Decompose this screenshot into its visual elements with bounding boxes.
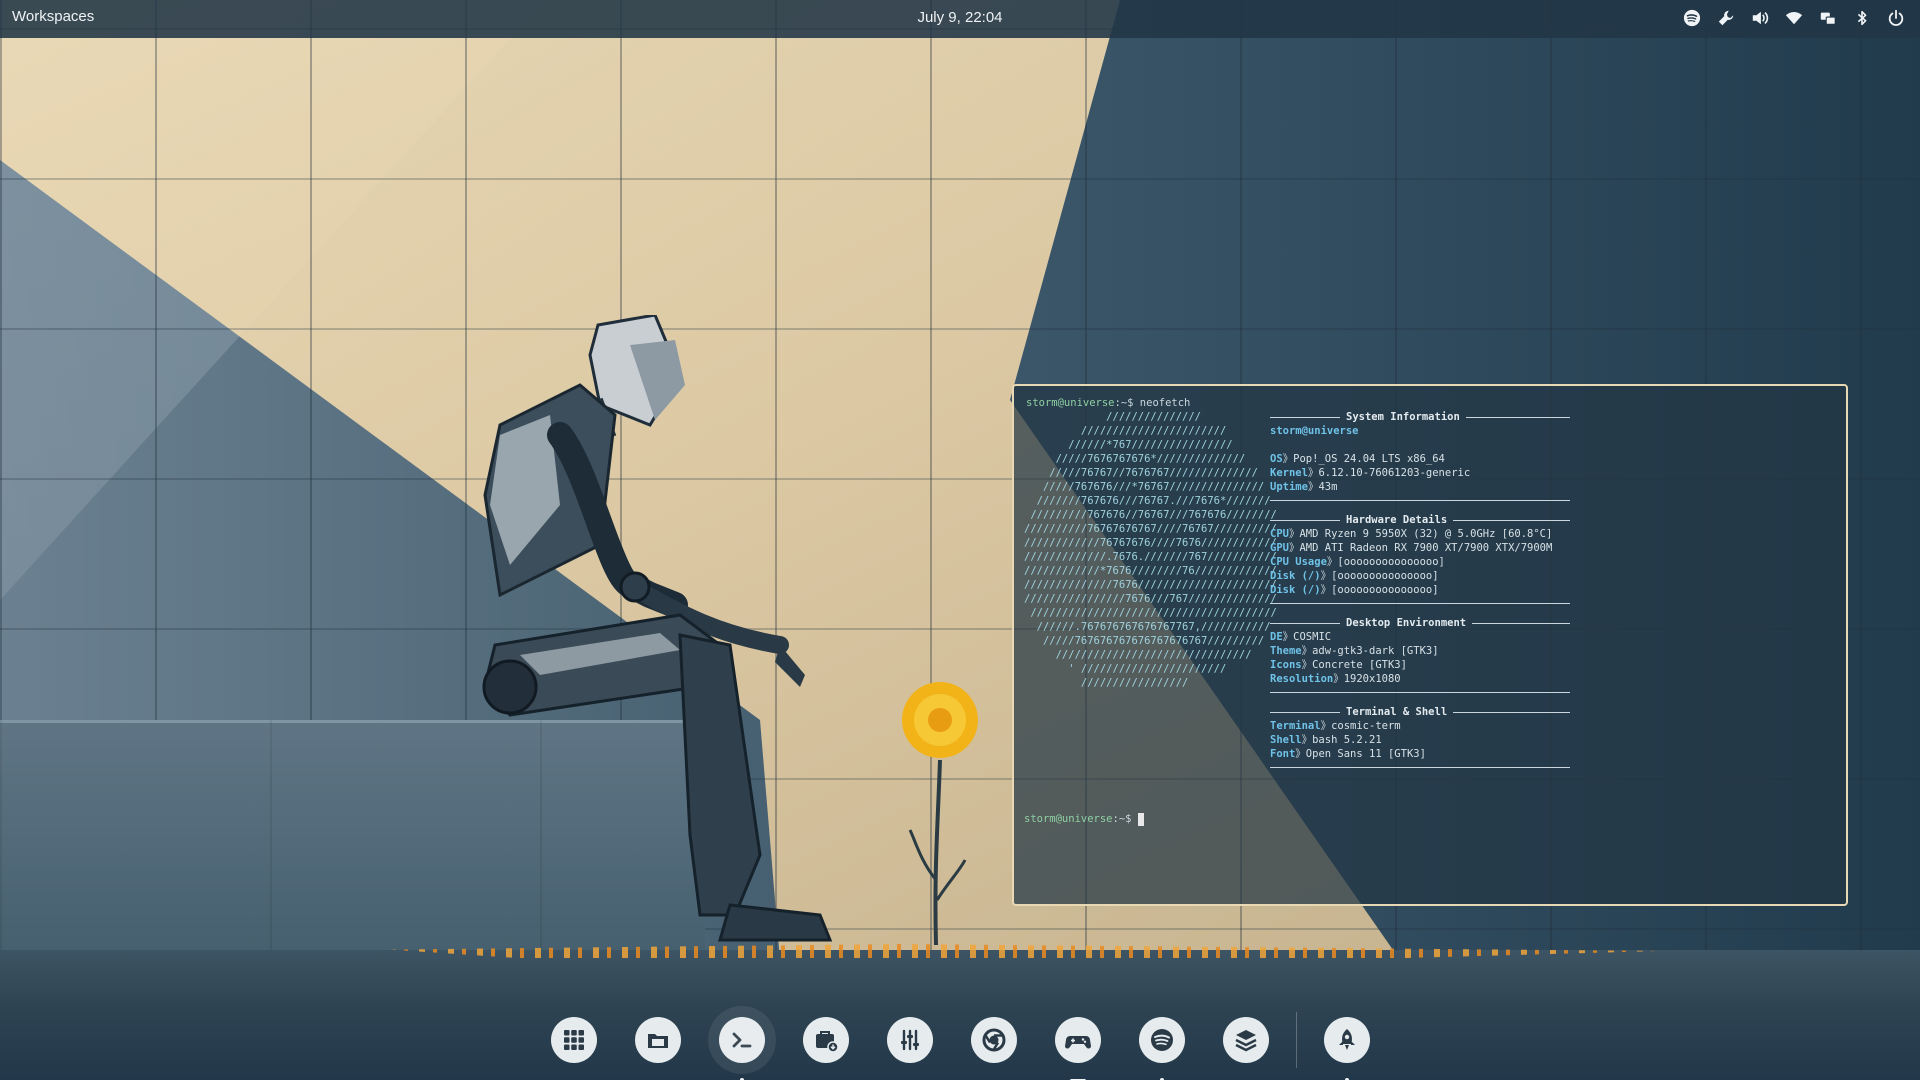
folder-icon xyxy=(647,1034,668,1048)
section-title: Desktop Environment xyxy=(1346,617,1467,629)
dandelion-flower xyxy=(890,680,990,950)
info-row: Kernel》6.12.10-76061203-generic xyxy=(1270,467,1471,479)
info-row: Icons》Concrete [GTK3] xyxy=(1270,659,1407,671)
info-row: Uptime》43m xyxy=(1270,481,1338,493)
section-title: System Information xyxy=(1346,411,1460,423)
dock-item-mixer[interactable] xyxy=(886,1016,934,1064)
info-row: Theme》adw-gtk3-dark [GTK3] xyxy=(1270,645,1439,657)
power-icon[interactable] xyxy=(1886,8,1906,28)
command-line: storm@universe:~$ neofetch xyxy=(1026,396,1834,410)
dock-item-games[interactable] xyxy=(1054,1016,1102,1080)
prompt-user: storm@universe xyxy=(1026,397,1115,409)
terminal-window[interactable]: storm@universe:~$ neofetch /////////////… xyxy=(1012,384,1848,906)
info-row: Disk (/)》[ooooooooooooooo] xyxy=(1270,584,1439,596)
system-tray xyxy=(1682,8,1906,28)
section-terminal-shell: Terminal & Shell Terminal》cosmic-term Sh… xyxy=(1270,705,1570,768)
section-header: Desktop Environment xyxy=(1270,616,1570,630)
sliders-icon xyxy=(900,1029,919,1051)
spotify-icon[interactable] xyxy=(1682,8,1702,28)
layers-icon xyxy=(1234,1030,1257,1052)
dock-item-launcher[interactable] xyxy=(1323,1016,1371,1080)
rocket-icon xyxy=(1338,1029,1355,1050)
section-header: Hardware Details xyxy=(1270,513,1570,527)
dock xyxy=(0,1000,1920,1080)
robot-figure xyxy=(480,313,900,955)
section-header: System Information xyxy=(1270,410,1570,424)
section-header: Terminal & Shell xyxy=(1270,705,1570,719)
command-text: neofetch xyxy=(1133,397,1191,409)
info-row: Disk (/)》[ooooooooooooooo] xyxy=(1270,570,1439,582)
wrench-icon[interactable] xyxy=(1716,8,1736,28)
section-hardware-details: Hardware Details CPU》AMD Ryzen 9 5950X (… xyxy=(1270,513,1570,604)
section-footer xyxy=(1270,692,1570,693)
wifi-icon[interactable] xyxy=(1784,8,1804,28)
section-footer xyxy=(1270,603,1570,604)
text-cursor xyxy=(1137,812,1144,826)
section-footer xyxy=(1270,767,1570,768)
info-row: Resolution》1920x1080 xyxy=(1270,673,1401,685)
workspaces-button[interactable]: Workspaces xyxy=(12,8,94,25)
info-row: CPU Usage》[ooooooooooooooo] xyxy=(1270,556,1445,568)
robot-svg xyxy=(482,313,833,942)
grid-icon xyxy=(563,1030,584,1050)
clock-button[interactable]: July 9, 22:04 xyxy=(917,9,1002,26)
section-title: Hardware Details xyxy=(1346,514,1448,526)
section-system-information: System Information storm@universe OS》Pop… xyxy=(1270,410,1570,501)
dock-item-terminal[interactable] xyxy=(707,1006,776,1080)
info-row: Terminal》cosmic-term xyxy=(1270,720,1401,732)
dock-item-app-grid[interactable] xyxy=(550,1016,598,1064)
dock-item-spotify[interactable] xyxy=(1138,1016,1186,1080)
info-row: CPU》AMD Ryzen 9 5950X (32) @ 5.0GHz [60.… xyxy=(1270,528,1553,540)
prompt-suffix: :~$ xyxy=(1114,397,1134,409)
info-row: Font》Open Sans 11 [GTK3] xyxy=(1270,748,1426,760)
ascii-logo: /////////////// /////////////////////// … xyxy=(1024,411,1277,689)
prompt-suffix: :~$ xyxy=(1112,813,1132,825)
user-host: storm@universe xyxy=(1270,425,1359,437)
dock-item-files[interactable] xyxy=(634,1016,682,1064)
flower-svg xyxy=(902,682,978,946)
section-title: Terminal & Shell xyxy=(1346,706,1448,718)
info-row: GPU》AMD ATI Radeon RX 7900 XT/7900 XTX/7… xyxy=(1270,542,1553,554)
network-icon[interactable] xyxy=(1818,8,1838,28)
section-desktop-environment: Desktop Environment DE》COSMIC Theme》adw-… xyxy=(1270,616,1570,693)
volume-icon[interactable] xyxy=(1750,8,1770,28)
dock-divider xyxy=(1295,1012,1297,1068)
dock-item-layers[interactable] xyxy=(1222,1016,1270,1064)
section-footer xyxy=(1270,500,1570,501)
prompt-user: storm@universe xyxy=(1024,813,1113,825)
gamepad-icon xyxy=(1064,1036,1091,1049)
bluetooth-icon[interactable] xyxy=(1852,8,1872,28)
active-prompt[interactable]: storm@universe:~$ xyxy=(1024,812,1144,826)
neofetch-info: System Information storm@universe OS》Pop… xyxy=(1270,410,1570,780)
info-row: Shell》bash 5.2.21 xyxy=(1270,734,1382,746)
dock-item-chrome[interactable] xyxy=(970,1016,1018,1064)
info-row: OS》Pop!_OS 24.04 LTS x86_64 xyxy=(1270,453,1445,465)
info-row: DE》COSMIC xyxy=(1270,631,1332,643)
top-panel: Workspaces July 9, 22:04 xyxy=(0,0,1920,38)
clock-container: July 9, 22:04 xyxy=(0,9,1920,26)
dock-items xyxy=(530,1000,1391,1080)
chrome-icon xyxy=(982,1028,1005,1052)
spotify-icon xyxy=(1150,1029,1173,1051)
store-icon xyxy=(815,1031,839,1053)
dock-item-store[interactable] xyxy=(802,1016,850,1064)
